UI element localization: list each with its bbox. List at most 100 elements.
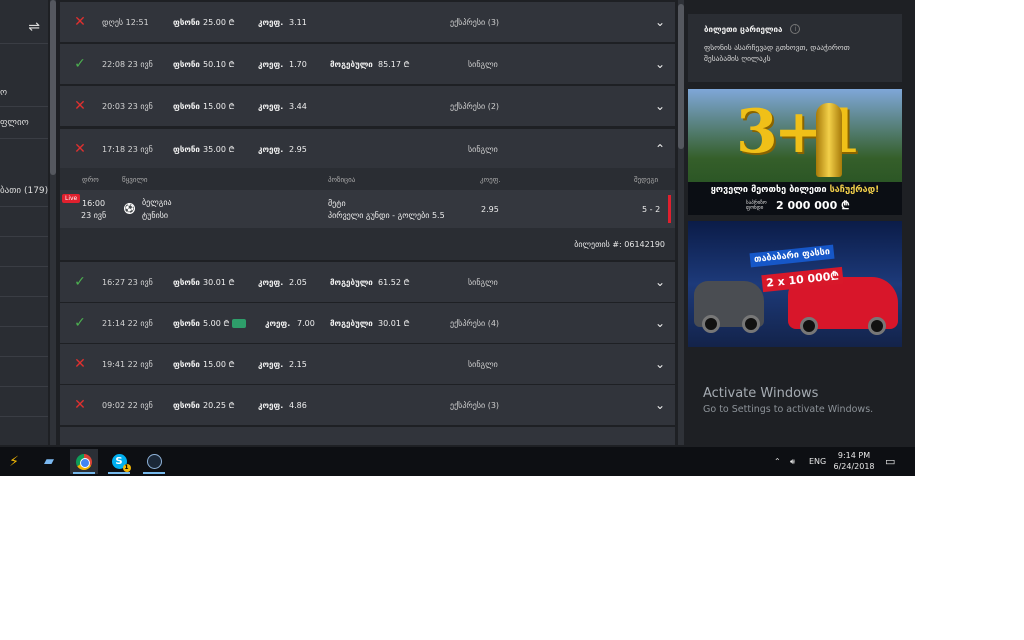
banner-strip: ყოველი მეოთხე ბილეთი საჩუქრად! საპრიზო ფ… <box>688 182 902 215</box>
odds-label: კოეფ. <box>265 318 291 328</box>
bet-time: 16:27 23 ივნ <box>102 277 153 287</box>
team-home: ბელგია <box>142 198 172 207</box>
notification-badge: 1 <box>122 464 131 472</box>
bet-time: დღეს 12:51 <box>102 17 149 27</box>
betslip: ბილეთი ცარიელია i ფსონის ასარჩევად გთხოვთ… <box>688 14 902 82</box>
chevron-down-icon[interactable]: ⌄ <box>655 357 665 371</box>
divider <box>0 296 48 297</box>
result-indicator <box>668 195 671 223</box>
bet-time: 17:18 23 ივნ <box>102 144 153 154</box>
live-badge: Live <box>62 194 81 203</box>
odds-value: 2.15 <box>289 359 307 369</box>
match-date: 23 ივნ <box>81 211 107 220</box>
stake-value: 35.00 ₾ <box>203 144 235 154</box>
filter-button[interactable]: ⇌ <box>0 10 48 44</box>
bet-row-expanded[interactable]: ✕ 17:18 23 ივნ ფსონი 35.00 ₾ კოეფ. 2.95 … <box>60 129 675 169</box>
odds-label: კოეფ. <box>258 359 284 369</box>
scrollbar-thumb[interactable] <box>50 0 56 175</box>
bet-row[interactable] <box>60 427 675 445</box>
list-scrollbar[interactable] <box>678 0 684 445</box>
bet-row[interactable]: ✓ 22:08 23 ივნ ფსონი 50.10 ₾ კოეფ. 1.70 … <box>60 44 675 84</box>
sidebar-scrollbar[interactable] <box>50 0 56 445</box>
betslip-description: ფსონის ასარჩევად გთხოვთ, დააჭიროთ შესაბა… <box>704 43 850 63</box>
odds-label: კოეფ. <box>258 59 284 69</box>
info-icon[interactable]: i <box>790 24 801 34</box>
bet-row[interactable]: ✕ დღეს 12:51 ფსონი 25.00 ₾ კოეფ. 3.11 ექ… <box>60 2 675 42</box>
divider <box>0 106 48 107</box>
football-icon: ⚽ <box>124 203 135 214</box>
promo-banner-worldcup[interactable]: 3+1 ყოველი მეოთხე ბილეთი საჩუქრად! საპრი… <box>688 89 902 215</box>
bet-time: 09:02 22 ივნ <box>102 400 153 410</box>
chrome-taskbar-button[interactable] <box>70 449 98 474</box>
wheel-icon <box>742 315 760 333</box>
banner-text: ყოველი მეოთხე ბილეთი <box>710 185 830 195</box>
clock[interactable]: 9:14 PM 6/24/2018 <box>832 450 876 472</box>
bet-row[interactable]: ✕ 09:02 22 ივნ ფსონი 20.25 ₾ კოეფ. 4.86 … <box>60 385 675 425</box>
match-time: 16:00 <box>82 199 106 208</box>
win-label: მოგებული <box>330 59 373 69</box>
bet-type: ექსპრესი (3) <box>450 17 500 27</box>
active-indicator <box>108 472 130 474</box>
winamp-icon[interactable]: ⚡ <box>0 449 28 474</box>
prize-label: საპრიზო ფონდი <box>746 200 767 211</box>
betslip-title: ბილეთი ცარიელია <box>704 24 783 34</box>
sidebar: ⇌ ო ფლიო ბათი (179) <box>0 0 48 445</box>
win-value: 85.17 ₾ <box>378 59 410 69</box>
sidebar-item-label: ო <box>0 88 8 98</box>
column-header-time: დრო <box>82 176 99 184</box>
notifications-icon[interactable]: ▭ <box>885 447 895 476</box>
bet-row[interactable]: ✓ 16:27 23 ივნ ფსონი 30.01 ₾ კოეფ. 2.05 … <box>60 262 675 302</box>
chevron-down-icon[interactable]: ⌄ <box>655 275 665 289</box>
active-indicator <box>73 472 95 474</box>
chevron-up-icon[interactable]: ⌃ <box>655 142 665 156</box>
cross-icon: ✕ <box>74 98 86 114</box>
laptop-icon[interactable]: ▰ <box>35 449 63 474</box>
bet-type: ექსპრესი (3) <box>450 400 500 410</box>
stake-label: ფსონი <box>173 359 200 369</box>
win-value: 61.52 ₾ <box>378 277 410 287</box>
sidebar-item[interactable]: ფლიო <box>0 110 48 136</box>
divider <box>0 386 48 387</box>
bet-row[interactable]: ✓ 21:14 22 ივნ ფსონი 5.00 ₾ კოეფ. 7.00 მ… <box>60 303 675 343</box>
bet-row[interactable]: ✕ 19:41 22 ივნ ფსონი 15.00 ₾ კოეფ. 2.15 … <box>60 344 675 384</box>
skype-icon: S1 <box>111 454 131 472</box>
volume-icon[interactable]: 🔊︎ <box>790 447 795 476</box>
scrollbar-thumb[interactable] <box>678 4 684 149</box>
stake-value: 20.25 ₾ <box>203 400 235 410</box>
chat-icon[interactable] <box>232 318 246 328</box>
taskbar: ⚡ ▰ S1 ⌃ 🔊︎ ENG 9:14 PM 6/24/2018 ▭ <box>0 447 915 476</box>
chevron-down-icon[interactable]: ⌄ <box>655 99 665 113</box>
stake-value: 25.00 ₾ <box>203 17 235 27</box>
column-header-result: შედეგი <box>634 176 659 184</box>
promo-banner-cars[interactable]: თაბაბარი ფასსი 2 x 10 000₾ <box>688 221 902 347</box>
banner-highlight: საჩუქრად! <box>829 185 880 195</box>
chevron-down-icon[interactable]: ⌄ <box>655 316 665 330</box>
active-indicator <box>143 472 165 474</box>
stake-value: 5.00 ₾ <box>203 318 230 328</box>
cross-icon: ✕ <box>74 14 86 30</box>
match-score: 5 - 2 <box>642 205 661 214</box>
wheel-icon <box>868 317 886 335</box>
stake-label: ფსონი <box>173 277 200 287</box>
language-indicator[interactable]: ENG <box>809 447 826 476</box>
skype-taskbar-button[interactable]: S1 <box>105 449 133 474</box>
chevron-down-icon[interactable]: ⌄ <box>655 15 665 29</box>
bet-row[interactable]: ✕ 20:03 23 ივნ ფსონი 15.00 ₾ კოეფ. 3.44 … <box>60 86 675 126</box>
browser-page: ⇌ ო ფლიო ბათი (179) ✕ დღეს 12:51 ფსონი 2… <box>0 0 915 476</box>
stake-label: ფსონი <box>173 17 200 27</box>
wheel-icon <box>800 317 818 335</box>
cross-icon: ✕ <box>74 397 86 413</box>
steam-taskbar-button[interactable] <box>140 449 168 474</box>
column-header-pick: პოზიცია <box>328 176 356 184</box>
divider <box>0 356 48 357</box>
bet-type: სინგლი <box>468 277 498 287</box>
odds-label: კოეფ. <box>258 277 284 287</box>
sidebar-item[interactable]: ო <box>0 80 48 106</box>
stake-label: ფსონი <box>173 318 200 328</box>
chevron-down-icon[interactable]: ⌄ <box>655 57 665 71</box>
show-hidden-icons[interactable]: ⌃ <box>774 447 781 476</box>
divider <box>0 416 48 417</box>
chevron-down-icon[interactable]: ⌄ <box>655 398 665 412</box>
trophy-icon <box>816 103 842 177</box>
sidebar-item[interactable]: ბათი (179) <box>0 178 48 204</box>
